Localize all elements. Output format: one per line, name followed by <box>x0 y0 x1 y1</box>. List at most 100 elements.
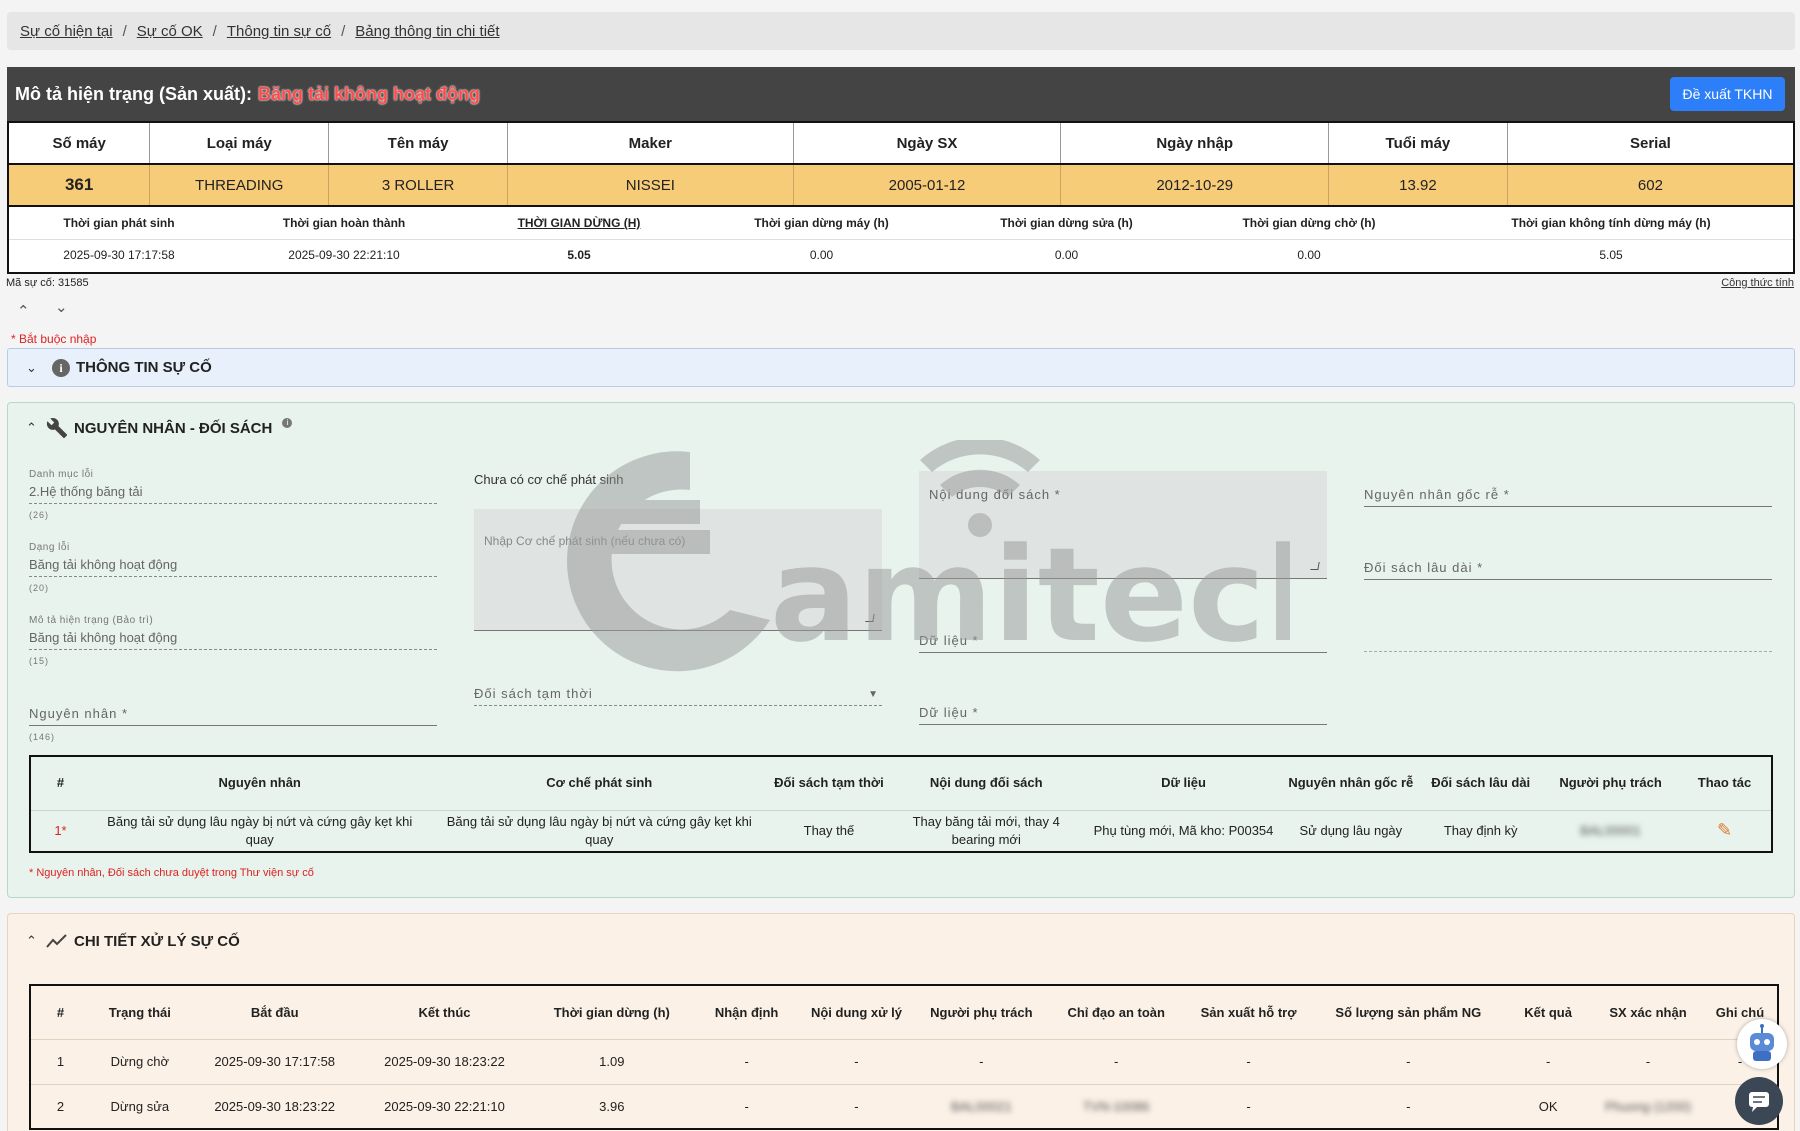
section-title: THÔNG TIN SỰ CỐ <box>76 359 212 376</box>
table-row: 1 Dừng chờ 2025-09-30 17:17:58 2025-09-3… <box>30 1038 1778 1084</box>
row-root-cause: Sử dụng lâu ngày <box>1283 809 1419 852</box>
propose-tkhn-button[interactable]: Đề xuất TKHN <box>1670 77 1785 111</box>
time-wait-stop: 0.00 <box>1297 248 1321 262</box>
row-end: 2025-09-30 18:23:22 <box>359 1038 530 1084</box>
table-header: Chỉ đạo an toàn <box>1067 1004 1165 1020</box>
machine-header: Số máy <box>7 121 151 165</box>
row-owner: - <box>913 1038 1049 1084</box>
countermeasure-content-textarea[interactable]: Nội dung đối sách * <box>919 471 1327 579</box>
robot-assistant-icon[interactable] <box>1737 1019 1787 1069</box>
time-header: Thời gian dừng máy (h) <box>754 216 889 230</box>
row-long-term: Thay định kỳ <box>1418 809 1544 852</box>
machine-header: Ngày nhập <box>1060 121 1330 165</box>
row-content: Thay băng tải mới, thay 4 bearing mới <box>888 809 1084 852</box>
row-data: Phụ tùng mới, Mã kho: P00354 <box>1083 809 1284 852</box>
long-term-countermeasure-input[interactable]: Đối sách lâu dài * <box>1364 560 1772 652</box>
machine-age: 13.92 <box>1328 163 1508 206</box>
chevron-up-icon[interactable]: ⌃ <box>17 302 30 320</box>
row-start: 2025-09-30 17:17:58 <box>189 1038 360 1084</box>
chevron-down-icon[interactable]: ⌄ <box>26 360 46 376</box>
trend-line-icon <box>46 934 67 948</box>
status-value: Băng tải không hoạt động <box>258 83 480 104</box>
cause-table: # Nguyên nhân Cơ chế phát sinh Đối sách … <box>29 755 1773 853</box>
machine-mfg-date: 2005-01-12 <box>792 163 1061 206</box>
table-header: Bắt đầu <box>250 1004 299 1020</box>
row-downtime: 3.96 <box>529 1083 695 1129</box>
table-header: Nguyên nhân gốc rễ <box>1288 775 1414 791</box>
chevron-down-icon[interactable]: ⌄ <box>55 298 68 316</box>
time-start: 2025-09-30 17:17:58 <box>63 248 175 262</box>
row-index: 1 <box>30 1038 90 1084</box>
table-header: Kết quả <box>1524 1004 1572 1020</box>
edit-icon[interactable]: ✎ <box>1717 820 1732 840</box>
row-confirm: - <box>1593 1038 1703 1084</box>
row-cause: Băng tải sử dụng lâu ngày bị nứt và cứng… <box>89 809 430 852</box>
row-index: 2 <box>30 1083 90 1129</box>
unapproved-note: * Nguyên nhân, Đối sách chưa duyệt trong… <box>29 867 314 879</box>
row-mechanism: Băng tải sử dụng lâu ngày bị nứt và cứng… <box>429 809 769 852</box>
time-repair-stop: 0.00 <box>1054 248 1079 262</box>
machine-maker: NISSEI <box>507 163 794 206</box>
time-header[interactable]: THỜI GIAN DỪNG (H) <box>459 216 699 230</box>
row-handling: - <box>799 1038 914 1084</box>
breadcrumb-su-co-hien-tai[interactable]: Sự cố hiện tại <box>20 23 113 40</box>
row-status: Dừng sửa <box>89 1083 190 1129</box>
table-header: Cơ chế phát sinh <box>546 775 653 791</box>
mechanism-textarea[interactable]: Nhập Cơ chế phát sinh (nếu chưa có) <box>474 509 882 631</box>
row-start: 2025-09-30 18:23:22 <box>189 1083 360 1129</box>
resize-handle-icon[interactable] <box>865 614 875 622</box>
section-title: CHI TIẾT XỬ LÝ SỰ CỐ <box>74 932 240 950</box>
chevron-up-icon[interactable]: ⌃ <box>26 420 46 436</box>
time-header: Thời gian không tính dừng máy (h) <box>1511 216 1711 230</box>
status-header: Mô tả hiện trạng (Sản xuất): Băng tải kh… <box>7 67 1795 121</box>
section-incident-info[interactable]: ⌄ i THÔNG TIN SỰ CỐ <box>7 348 1795 387</box>
machine-header: Serial <box>1506 121 1795 165</box>
row-temporary: Thay thế <box>769 809 889 852</box>
breadcrumb-thong-tin-su-co[interactable]: Thông tin sự cố <box>227 23 331 40</box>
data-input-1[interactable]: Dữ liệu * <box>919 633 1327 653</box>
error-type-field[interactable]: Dạng lỗi Băng tải không hoạt động (20) <box>29 542 437 593</box>
machine-serial: 602 <box>1506 163 1794 206</box>
wrench-icon <box>46 418 68 439</box>
info-icon[interactable]: i <box>282 418 293 428</box>
temporary-countermeasure-select[interactable]: Đối sách tạm thời ▼ <box>474 686 882 706</box>
incident-code: Mã sự cố: 31585 <box>6 277 89 289</box>
section-process-details: ⌃ CHI TIẾT XỬ LÝ SỰ CỐ # Trạng thái Bắt … <box>7 913 1795 1131</box>
row-owner: BAL00001 <box>1543 809 1678 852</box>
breadcrumb-bang-thong-tin[interactable]: Bảng thông tin chi tiết <box>355 23 499 40</box>
row-production-support: - <box>1183 1038 1314 1084</box>
breadcrumb-su-co-ok[interactable]: Sự cố OK <box>137 23 203 40</box>
row-production-support: - <box>1183 1083 1314 1129</box>
error-category-field[interactable]: Danh mục lỗi 2.Hệ thống băng tải (26) <box>29 469 437 520</box>
time-not-counted: 5.05 <box>1599 248 1623 262</box>
machine-header: Loại máy <box>149 121 330 165</box>
status-label: Mô tả hiện trạng (Sản xuất): <box>15 83 253 104</box>
chat-icon[interactable] <box>1735 1077 1783 1125</box>
machine-table: Số máy Loại máy Tên máy Maker Ngày SX Ng… <box>7 121 1795 207</box>
cause-input[interactable]: Nguyên nhân * (146) <box>29 706 437 742</box>
maintenance-description-field[interactable]: Mô tả hiện trạng (Bảo trì) Băng tải khôn… <box>29 615 437 666</box>
resize-handle-icon[interactable] <box>1310 562 1320 570</box>
row-ng-count: - <box>1313 1038 1504 1084</box>
table-header: Nội dung đối sách <box>929 775 1043 791</box>
table-header: SX xác nhận <box>1609 1004 1687 1020</box>
dropdown-arrow-icon[interactable]: ▼ <box>868 689 878 700</box>
table-header: Dữ liệu <box>1161 775 1206 791</box>
row-index: 1* <box>30 809 90 852</box>
time-header: Thời gian dừng sửa (h) <box>1000 216 1133 230</box>
machine-type: THREADING <box>149 163 329 206</box>
machine-header: Maker <box>507 121 794 165</box>
info-icon: i <box>52 358 70 377</box>
root-cause-input[interactable]: Nguyên nhân gốc rễ * <box>1364 487 1772 507</box>
breadcrumb-separator: / <box>341 22 346 40</box>
table-header: Người phụ trách <box>1559 775 1662 791</box>
time-header: Thời gian hoàn thành <box>282 216 406 230</box>
table-header: Đối sách lâu dài <box>1431 775 1531 791</box>
row-downtime: 1.09 <box>529 1038 695 1084</box>
data-input-2[interactable]: Dữ liệu * <box>919 705 1327 725</box>
downtime-summary: Thời gian phát sinh Thời gian hoàn thành… <box>7 207 1795 274</box>
formula-link[interactable]: Công thức tính <box>1721 277 1794 289</box>
chevron-up-icon[interactable]: ⌃ <box>26 933 46 949</box>
machine-number: 361 <box>7 163 150 206</box>
machine-header: Ngày SX <box>792 121 1062 165</box>
